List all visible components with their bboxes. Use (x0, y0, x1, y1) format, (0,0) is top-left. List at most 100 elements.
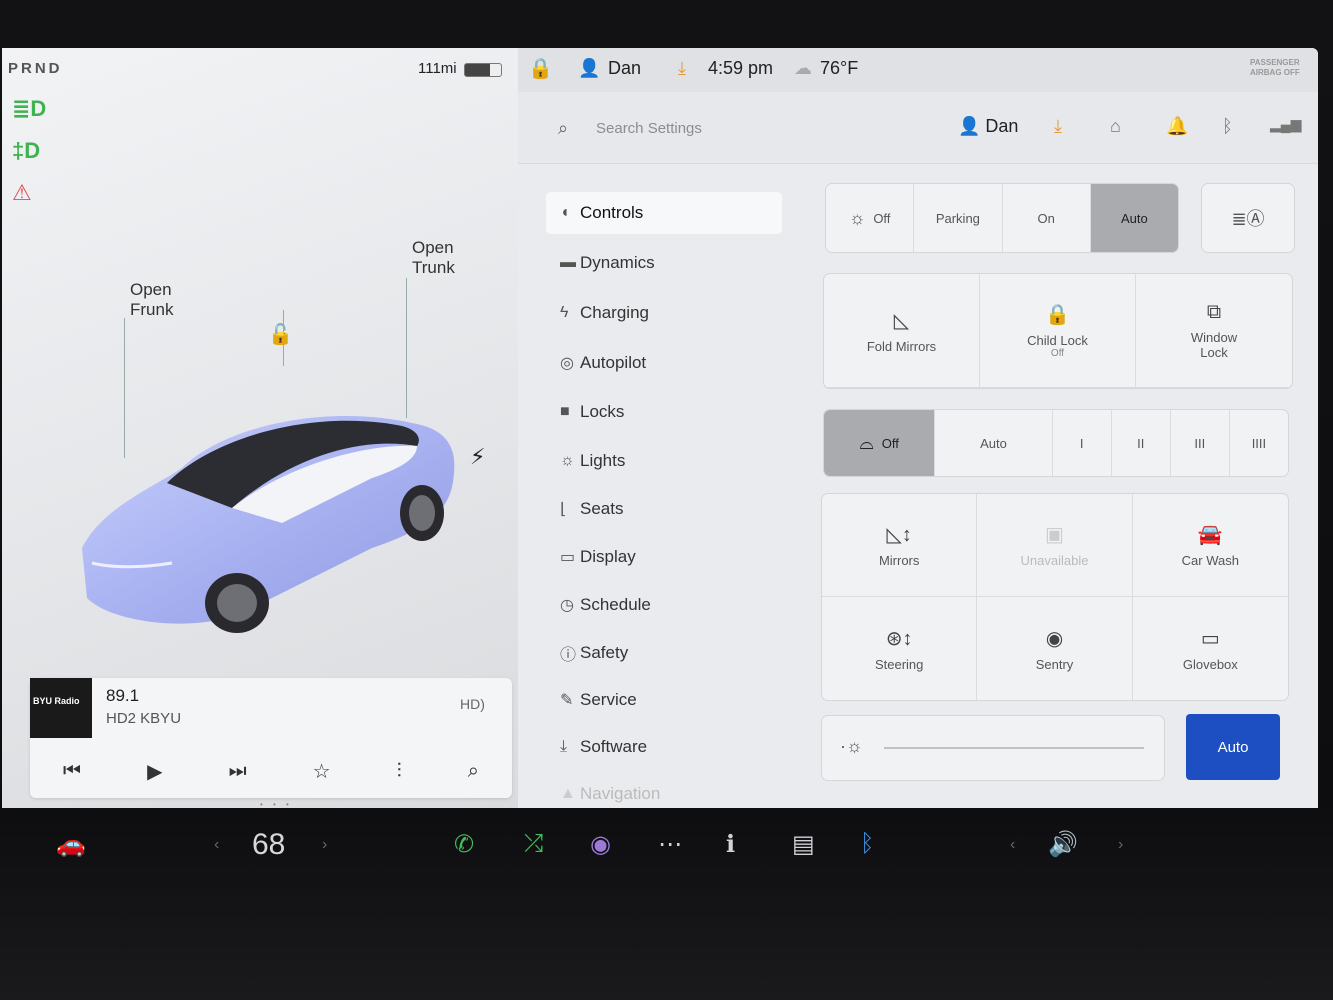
more-apps-icon[interactable]: ⋯ (658, 830, 682, 859)
fog-light-indicator-icon: ‡D (12, 138, 41, 163)
wipers-speed-3-button[interactable]: III (1171, 410, 1230, 476)
bluetooth-icon[interactable]: ᛒ (1222, 116, 1233, 137)
play-icon[interactable]: ▶ (147, 759, 162, 784)
auto-high-beam-button[interactable]: ≣Ⓐ (1202, 184, 1294, 252)
nav-safety[interactable]: ⓘ Safety (546, 632, 782, 674)
nav-label: Autopilot (580, 353, 647, 372)
mirrors-adjust-button[interactable]: ◺↕ Mirrors (822, 494, 978, 597)
tile-label: Unavailable (1020, 553, 1089, 568)
volume-icon[interactable]: 🔊 (1048, 830, 1078, 859)
trunk-label-line1: Open (412, 238, 454, 257)
headlights-auto-button[interactable]: Auto (1090, 184, 1178, 252)
car-controls-icon[interactable]: 🚗 (56, 830, 86, 859)
wiper-selector: ⌓ Off Auto I II III IIII (824, 410, 1288, 476)
open-trunk-button[interactable]: Open Trunk (412, 238, 455, 278)
phone-icon[interactable]: ✆ (454, 830, 474, 859)
nav-navigation[interactable]: ▲ Navigation (546, 773, 782, 808)
media-player[interactable]: BYU Radio 89.1 HD2 KBYU HD) ⏮ ▶ ⏭ ☆ ⫶ ⌕ (30, 678, 512, 798)
shuffle-icon[interactable]: ⤮ (524, 830, 543, 858)
charge-port-bolt-icon[interactable]: ⚡ (470, 444, 485, 470)
steering-adjust-button[interactable]: ⊛↕ Steering (822, 597, 978, 700)
wipers-off-button[interactable]: ⌓ Off (824, 410, 936, 476)
nav-lights[interactable]: ☼ Lights (546, 440, 782, 482)
passenger-airbag-indicator: PASSENGER AIRBAG OFF (1250, 58, 1300, 78)
window-lock-icon: ⧉ (1206, 301, 1222, 323)
media-search-icon[interactable]: ⌕ (468, 760, 479, 783)
download-icon: ⤓ (678, 58, 686, 78)
car-wash-button[interactable]: 🚘 Car Wash (1132, 494, 1288, 597)
nav-software[interactable]: ⤓ Software (546, 726, 782, 768)
glovebox-button[interactable]: ▭ Glovebox (1133, 597, 1288, 700)
hd-radio-icon[interactable]: HD) (460, 696, 485, 712)
favorite-star-icon[interactable]: ☆ (313, 759, 331, 784)
cabin-temperature[interactable]: 68 (252, 828, 285, 862)
headlights-off-button[interactable]: ☼ Off (826, 184, 915, 252)
nav-schedule[interactable]: ◷ Schedule (546, 584, 782, 626)
fold-mirrors-button[interactable]: ◺ Fold Mirrors (824, 274, 980, 388)
previous-track-icon[interactable]: ⏮ (63, 760, 81, 783)
volume-up-chevron-icon[interactable]: › (1118, 836, 1123, 854)
sentry-button[interactable]: ◉ Sentry (977, 597, 1133, 700)
camera-app-icon[interactable]: ◉ (590, 830, 611, 859)
settings-header: ⌕ Search Settings 👤 Dan ⤓ ⌂ 🔔 ᛒ ▂▄▆ (518, 92, 1318, 164)
calendar-icon[interactable]: ▤ (792, 830, 815, 859)
display-brightness-slider[interactable]: ·☼ (822, 716, 1164, 780)
homelink-icon[interactable]: ⌂ (1110, 116, 1121, 137)
car-render (82, 415, 455, 633)
brightness-auto-button[interactable]: Auto (1186, 714, 1280, 780)
nav-charging[interactable]: ϟ Charging (546, 292, 782, 334)
nav-controls[interactable]: ◖ Controls (546, 192, 782, 234)
tile-label: Glovebox (1182, 656, 1238, 672)
profile-name[interactable]: Dan (608, 58, 641, 79)
car-wash-icon: 🚘 (1197, 524, 1223, 546)
clock-time: 4:59 pm (708, 58, 774, 78)
software-update-icon[interactable]: ⤓ (1054, 116, 1062, 137)
temp-down-chevron-icon[interactable]: ‹ (214, 836, 219, 854)
headlights-parking-button[interactable]: Parking (914, 184, 1003, 252)
tile-label: Window Lock (1190, 330, 1238, 360)
child-lock-button[interactable]: 🔒 Child Lock Off (980, 274, 1136, 388)
wipers-speed-4-button[interactable]: IIII (1230, 410, 1288, 476)
manual-info-icon[interactable]: ℹ (726, 830, 735, 859)
search-input[interactable]: Search Settings (596, 120, 702, 137)
unlock-icon[interactable]: 🔓 (268, 322, 293, 347)
next-track-icon[interactable]: ⏭ (229, 760, 247, 783)
nav-dynamics[interactable]: ▬ Dynamics (546, 242, 782, 284)
nav-label: Charging (580, 303, 649, 322)
sentry-icon: ◉ (1045, 627, 1064, 650)
tile-label: Child Lock (1027, 333, 1088, 348)
frunk-label-line1: Open (130, 280, 172, 299)
segment-label: Off (881, 435, 899, 451)
tile-label: Mirrors (878, 553, 920, 568)
nav-locks[interactable]: ■ Locks (546, 391, 782, 433)
temp-up-chevron-icon[interactable]: › (322, 836, 327, 854)
equalizer-icon[interactable]: ⫶ (397, 760, 402, 783)
wipers-speed-1-button[interactable]: I (1053, 410, 1112, 476)
wiper-icon: ⌓ (859, 432, 874, 453)
search-icon[interactable]: ⌕ (558, 118, 568, 139)
nav-label: Display (580, 547, 636, 566)
toggle-icon: ◖ (560, 204, 570, 221)
wipers-auto-button[interactable]: Auto (935, 410, 1053, 476)
nav-label: Schedule (580, 595, 651, 614)
nav-autopilot[interactable]: ◎ Autopilot (546, 342, 782, 384)
brightness-track[interactable] (884, 747, 1144, 749)
open-frunk-button[interactable]: Open Frunk (130, 280, 173, 320)
wipers-speed-2-button[interactable]: II (1112, 410, 1171, 476)
notifications-bell-icon[interactable]: 🔔 (1166, 116, 1188, 137)
header-profile[interactable]: 👤 Dan (958, 116, 1018, 137)
nav-display[interactable]: ▭ Display (546, 536, 782, 578)
nav-seats[interactable]: ⌊ Seats (546, 488, 782, 530)
volume-down-chevron-icon[interactable]: ‹ (1010, 836, 1015, 854)
auto-high-beam-icon: ≣Ⓐ (1231, 209, 1265, 229)
nav-service[interactable]: ✎ Service (546, 679, 782, 721)
bluetooth-app-icon[interactable]: ᛒ (860, 830, 874, 858)
segment-label: IIII (1251, 435, 1267, 451)
outside-temperature: 76°F (820, 58, 859, 78)
tile-label: Sentry (1035, 656, 1074, 672)
segment-label: Parking (935, 210, 980, 226)
window-lock-button[interactable]: ⧉ Window Lock (1136, 274, 1292, 388)
headlights-on-button[interactable]: On (1003, 184, 1091, 252)
segment-label: III (1194, 435, 1206, 451)
lock-status-icon[interactable]: 🔒 (528, 56, 553, 81)
